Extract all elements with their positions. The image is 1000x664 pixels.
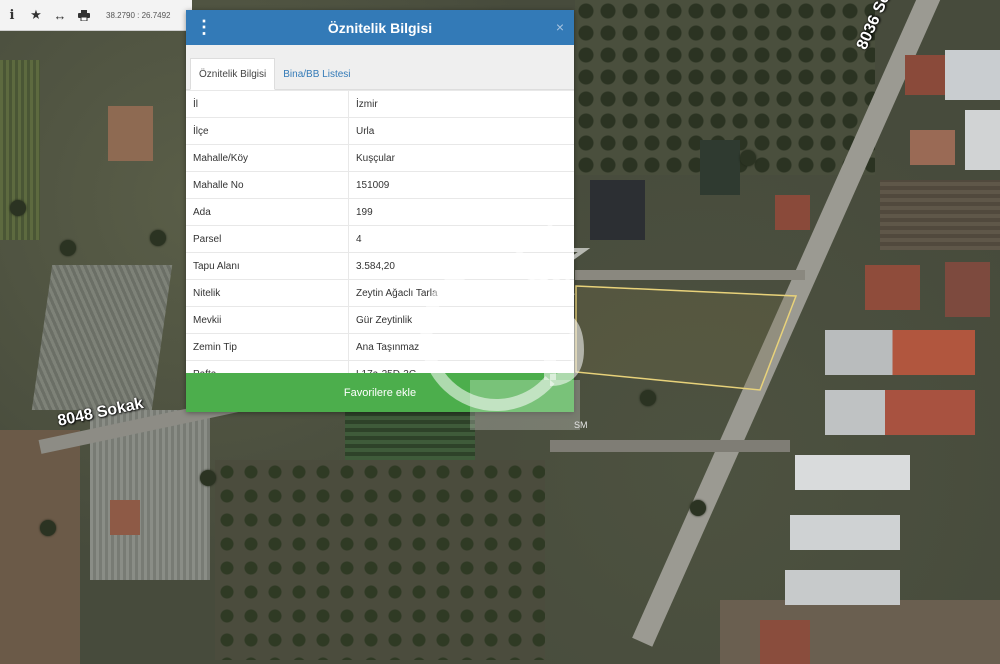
attribute-value: Ana Taşınmaz: [348, 333, 574, 361]
tab-attribute-info[interactable]: Öznitelik Bilgisi: [190, 58, 276, 90]
attribute-row: Tapu Alanı 3.584,20: [186, 252, 574, 280]
attribute-value: Kuşçular: [348, 144, 574, 172]
attribute-table: İl İzmir İlçe Urla Mahalle/Köy Kuşçular Mahall…: [186, 90, 574, 387]
star-icon[interactable]: ★: [24, 0, 48, 30]
attribute-value: İzmir: [348, 90, 574, 118]
attribute-key: Mevkii: [186, 306, 349, 334]
attribute-row: Mahalle No 151009: [186, 171, 574, 199]
attribute-value: 199: [348, 198, 574, 226]
measure-icon[interactable]: ↔: [48, 0, 72, 30]
attribute-key: Nitelik: [186, 279, 349, 307]
attribute-key: Zemin Tip: [186, 333, 349, 361]
attribute-key: Mahalle No: [186, 171, 349, 199]
panel-header: ⋮ Öznitelik Bilgisi ×: [186, 10, 574, 45]
attribute-row: Parsel 4: [186, 225, 574, 253]
add-to-favorites-button[interactable]: Favorilere ekle: [186, 373, 574, 412]
menu-icon[interactable]: ⋮: [186, 17, 222, 38]
watermark-mark: SM: [574, 420, 588, 430]
panel-title: Öznitelik Bilgisi: [327, 19, 433, 36]
attribute-value: 3.584,20: [348, 252, 574, 280]
map-toolbar: i ★ ↔ 38.2790 : 26.7492: [0, 0, 192, 31]
attribute-key: Mahalle/Köy: [186, 144, 349, 172]
attribute-value: 4: [348, 225, 574, 253]
coordinate-readout: 38.2790 : 26.7492: [106, 10, 171, 20]
attribute-row: Zemin Tip Ana Taşınmaz: [186, 333, 574, 361]
attribute-row: Nitelik Zeytin Ağaclı Tarla: [186, 279, 574, 307]
attribute-row: İl İzmir: [186, 90, 574, 118]
attribute-row: Mahalle/Köy Kuşçular: [186, 144, 574, 172]
attribute-value: Urla: [348, 117, 574, 145]
attribute-key: Ada: [186, 198, 349, 226]
info-icon[interactable]: i: [0, 0, 24, 30]
attribute-key: İl: [186, 90, 349, 118]
attribute-value: Zeytin Ağaclı Tarla: [348, 279, 574, 307]
attribute-value: Gür Zeytinlik: [348, 306, 574, 334]
attribute-row: Mevkii Gür Zeytinlik: [186, 306, 574, 334]
print-icon[interactable]: [72, 0, 96, 30]
attribute-key: Tapu Alanı: [186, 252, 349, 280]
attribute-row: İlçe Urla: [186, 117, 574, 145]
attribute-value: 151009: [348, 171, 574, 199]
attribute-key: İlçe: [186, 117, 349, 145]
close-icon[interactable]: ×: [556, 19, 564, 35]
attribute-key: Parsel: [186, 225, 349, 253]
tab-building-list[interactable]: Bina/BB Listesi: [275, 59, 358, 89]
panel-tabs: Öznitelik Bilgisi Bina/BB Listesi: [186, 45, 574, 90]
attribute-row: Ada 199: [186, 198, 574, 226]
attribute-panel: ⋮ Öznitelik Bilgisi × Öznitelik Bilgisi …: [186, 10, 574, 412]
